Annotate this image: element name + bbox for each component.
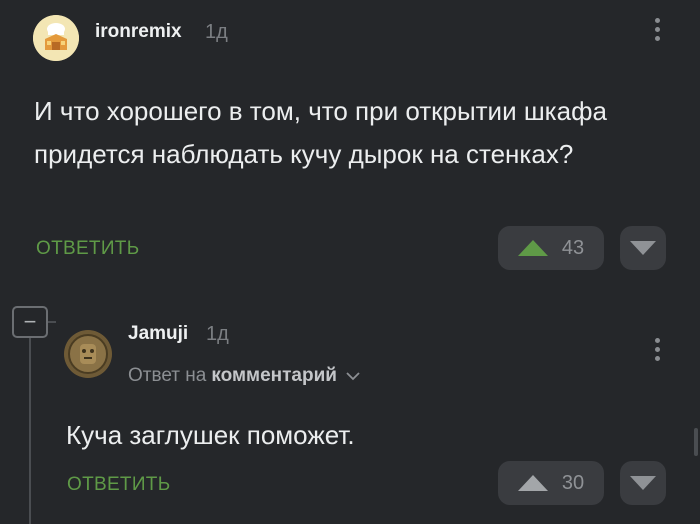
comment-timestamp: 1д — [206, 323, 229, 345]
thread-line — [29, 338, 31, 524]
avatar-coin-icon — [64, 330, 112, 378]
downvote-arrow-icon — [630, 241, 656, 255]
kebab-menu-icon[interactable] — [655, 338, 661, 361]
comment-timestamp: 1д — [205, 21, 228, 43]
reply-to-link[interactable]: Ответ на комментарий — [128, 365, 360, 387]
reply-button[interactable]: ОТВЕТИТЬ — [67, 474, 170, 496]
reply-to-prefix: Ответ на — [128, 365, 207, 386]
upvote-arrow-icon — [517, 475, 548, 491]
reply-button[interactable]: ОТВЕТИТЬ — [36, 238, 139, 260]
comment-username[interactable]: Jamuji — [128, 323, 188, 345]
rating-count: 30 — [561, 471, 585, 494]
collapse-minus-icon: − — [23, 309, 37, 334]
avatar[interactable] — [64, 330, 112, 378]
downvote-button[interactable] — [620, 461, 666, 505]
chevron-down-icon — [346, 371, 360, 380]
avatar[interactable] — [33, 15, 79, 61]
scrollbar[interactable] — [694, 428, 698, 456]
collapse-thread-button[interactable]: − — [12, 306, 48, 338]
downvote-arrow-icon — [630, 476, 656, 490]
thread-branch-line — [48, 321, 56, 323]
kebab-menu-icon[interactable] — [655, 18, 661, 41]
comment-text: И что хорошего в том, что при открытии ш… — [34, 96, 607, 169]
comment-username[interactable]: ironremix — [95, 21, 182, 43]
downvote-button[interactable] — [620, 226, 666, 270]
comment-text: Куча заглушек поможет. — [66, 420, 355, 450]
rating-count: 43 — [561, 236, 585, 259]
upvote-button[interactable]: 30 — [498, 461, 604, 505]
reply-to-target: комментарий — [211, 365, 337, 386]
avatar-chef-icon — [33, 15, 79, 61]
upvote-arrow-icon — [517, 240, 548, 256]
upvote-button[interactable]: 43 — [498, 226, 604, 270]
